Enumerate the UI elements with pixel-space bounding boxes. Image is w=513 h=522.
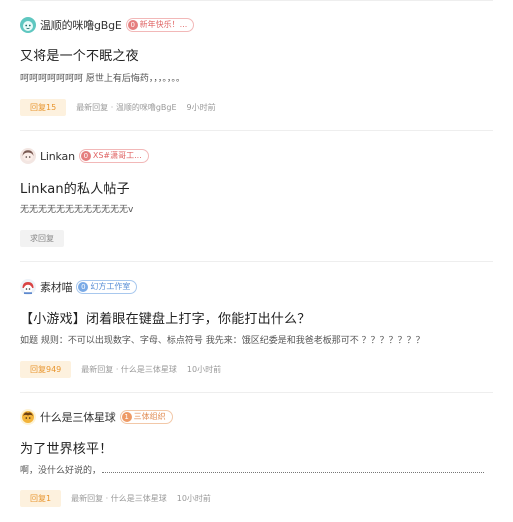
post-meta: 回复15 最新回复 · 温顺的咪噜gBgE 9小时前 bbox=[20, 99, 216, 116]
reply-count-button[interactable]: 回复15 bbox=[20, 99, 67, 116]
author-name[interactable]: 温顺的咪噜gBgE bbox=[40, 17, 122, 33]
post-item[interactable]: 什么是三体星球 1 三体组织 为了世界核平！ 啊，没什么好说的， 回复1 最新回… bbox=[20, 393, 493, 522]
badge-label: 新年快乐！... bbox=[139, 20, 188, 29]
reply-count-button[interactable]: 回复949 bbox=[20, 361, 72, 378]
avatar[interactable] bbox=[20, 148, 36, 164]
post-author-row: 素材喵 0 幻方工作室 bbox=[20, 279, 138, 295]
post-item[interactable]: 素材喵 0 幻方工作室 【小游戏】闭着眼在键盘上打字，你能打出什么？ 如题 规则… bbox=[20, 262, 493, 393]
last-reply: 最新回复 · 温顺的咪噜gBgE bbox=[76, 103, 177, 112]
level-icon: 0 bbox=[78, 282, 89, 292]
post-author-row: 温顺的咪噜gBgE 0 新年快乐！... bbox=[20, 17, 195, 33]
post-title[interactable]: Linkan的私人帖子 bbox=[20, 178, 130, 197]
badge-label: 三体组织 bbox=[133, 412, 166, 421]
post-excerpt: 如题 规则：不可以出现数字、字母、标点符号 我先来：饿区纪委是和我爸老板那可不 … bbox=[20, 336, 425, 346]
user-badge[interactable]: 0 XS#潇哥工... bbox=[78, 149, 149, 163]
post-item[interactable]: 温顺的咪噜gBgE 0 新年快乐！... 又将是一个不眠之夜 呵呵呵呵呵呵呵 愿… bbox=[20, 0, 493, 131]
level-icon: 0 bbox=[127, 20, 138, 30]
post-title[interactable]: 为了世界核平！ bbox=[20, 438, 112, 457]
author-name[interactable]: Linkan bbox=[40, 150, 75, 163]
user-badge[interactable]: 1 三体组织 bbox=[119, 410, 173, 424]
post-item[interactable]: Linkan 0 XS#潇哥工... Linkan的私人帖子 无无无无无无无无无… bbox=[20, 131, 493, 262]
user-badge[interactable]: 0 幻方工作室 bbox=[76, 280, 138, 294]
post-author-row: 什么是三体星球 1 三体组织 bbox=[20, 409, 173, 425]
last-reply: 最新回复 · 什么是三体星球 bbox=[81, 365, 177, 374]
level-icon: 1 bbox=[121, 412, 132, 422]
level-icon: 0 bbox=[80, 151, 91, 161]
post-excerpt-text: 啊，没什么好说的， bbox=[20, 466, 102, 476]
post-excerpt: 呵呵呵呵呵呵呵 愿世上有后悔药，，，。，。。 bbox=[20, 74, 185, 84]
ask-reply-button[interactable]: 求回复 bbox=[20, 230, 64, 247]
post-title[interactable]: 又将是一个不眠之夜 bbox=[20, 45, 139, 64]
avatar[interactable] bbox=[20, 279, 36, 295]
reply-count-button[interactable]: 回复1 bbox=[20, 490, 62, 507]
excerpt-ellipsis bbox=[102, 472, 485, 473]
post-meta: 求回复 bbox=[20, 230, 74, 247]
post-time: 10小时前 bbox=[176, 494, 211, 503]
badge-label: XS#潇哥工... bbox=[92, 151, 142, 160]
avatar[interactable] bbox=[20, 409, 36, 425]
author-name[interactable]: 什么是三体星球 bbox=[40, 409, 116, 425]
badge-label: 幻方工作室 bbox=[90, 282, 131, 291]
post-excerpt: 无无无无无无无无无无无无v bbox=[20, 205, 134, 215]
post-author-row: Linkan 0 XS#潇哥工... bbox=[20, 148, 149, 164]
post-time: 9小时前 bbox=[186, 103, 216, 112]
avatar[interactable] bbox=[20, 17, 36, 33]
author-name[interactable]: 素材喵 bbox=[40, 279, 73, 295]
post-title[interactable]: 【小游戏】闭着眼在键盘上打字，你能打出什么？ bbox=[20, 308, 310, 327]
post-meta: 回复1 最新回复 · 什么是三体星球 10小时前 bbox=[20, 490, 211, 507]
user-badge[interactable]: 0 新年快乐！... bbox=[125, 18, 195, 32]
last-reply: 最新回复 · 什么是三体星球 bbox=[71, 494, 167, 503]
post-meta: 回复949 最新回复 · 什么是三体星球 10小时前 bbox=[20, 361, 221, 378]
post-time: 10小时前 bbox=[186, 365, 222, 374]
post-excerpt: 啊，没什么好说的， bbox=[20, 463, 485, 476]
